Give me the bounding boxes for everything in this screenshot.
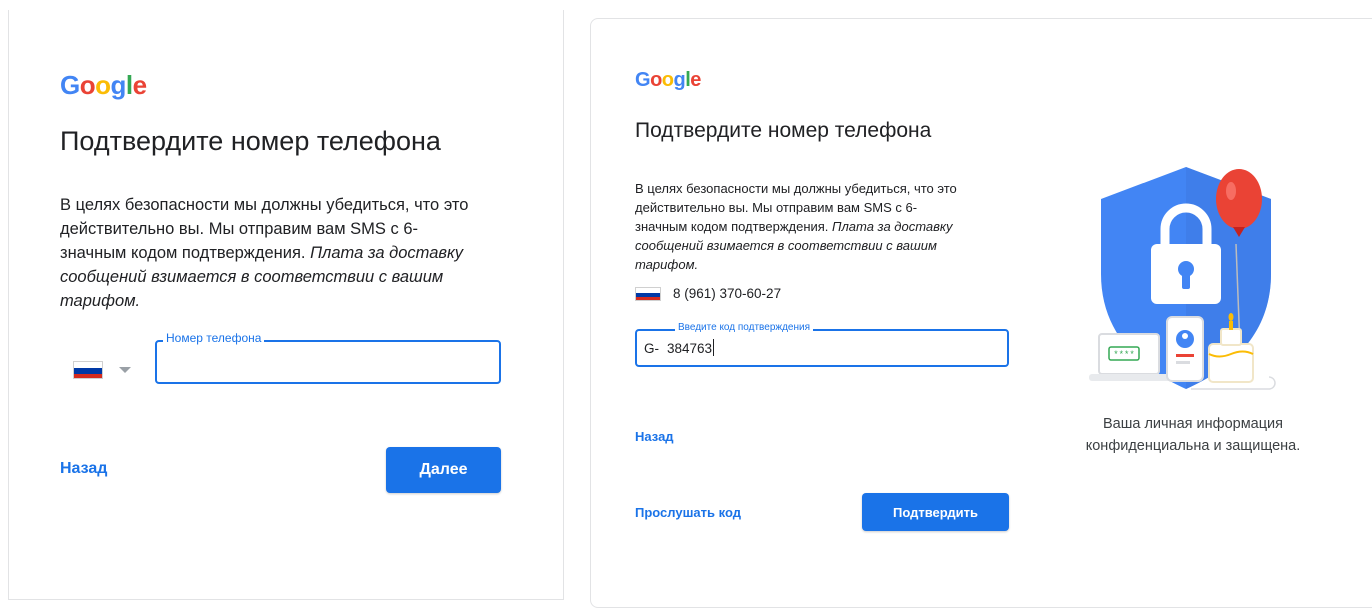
country-selector[interactable] xyxy=(73,355,137,381)
verification-code-input[interactable]: Введите код подтверждения G- 384763 xyxy=(635,322,1009,367)
back-link[interactable]: Назад xyxy=(60,460,107,478)
next-button[interactable]: Далее xyxy=(386,447,501,493)
russia-flag-icon xyxy=(73,361,103,379)
text-cursor xyxy=(713,339,714,356)
google-logo: Google xyxy=(60,70,147,100)
phone-entry-panel: Google Подтвердите номер телефона В целя… xyxy=(8,10,564,600)
back-link[interactable]: Назад xyxy=(635,429,674,444)
code-verification-panel: Google Подтвердите номер телефона В целя… xyxy=(590,18,1372,608)
laptop-illustration: **** xyxy=(1089,333,1171,381)
privacy-notice: Ваша личная информация конфиденциальна и… xyxy=(1085,416,1301,454)
code-value: 384763 xyxy=(667,341,713,356)
code-prefix: G- xyxy=(644,341,659,356)
security-description: В целях безопасности мы должны убедиться… xyxy=(60,196,469,310)
google-logo: Google xyxy=(635,69,701,91)
code-field-label: Введите код подтверждения xyxy=(675,322,813,333)
page-title: Подтвердите номер телефона xyxy=(60,126,441,156)
listen-code-link[interactable]: Прослушать код xyxy=(635,505,741,520)
security-description: В целях безопасности мы должны убедиться… xyxy=(635,181,957,272)
page-title: Подтвердите номер телефона xyxy=(635,119,932,142)
confirm-button[interactable]: Подтвердить xyxy=(862,493,1009,531)
phone-number-input[interactable]: Номер телефона xyxy=(155,331,501,384)
svg-text:****: **** xyxy=(1113,350,1135,360)
phone-illustration xyxy=(1166,316,1204,382)
phone-field-label: Номер телефона xyxy=(163,331,265,345)
security-shield-lock-icon: **** xyxy=(1089,167,1276,390)
russia-flag-icon xyxy=(635,287,661,301)
phone-number: 8 (961) 370-60-27 xyxy=(673,286,782,301)
triangle-down-icon xyxy=(119,367,131,373)
